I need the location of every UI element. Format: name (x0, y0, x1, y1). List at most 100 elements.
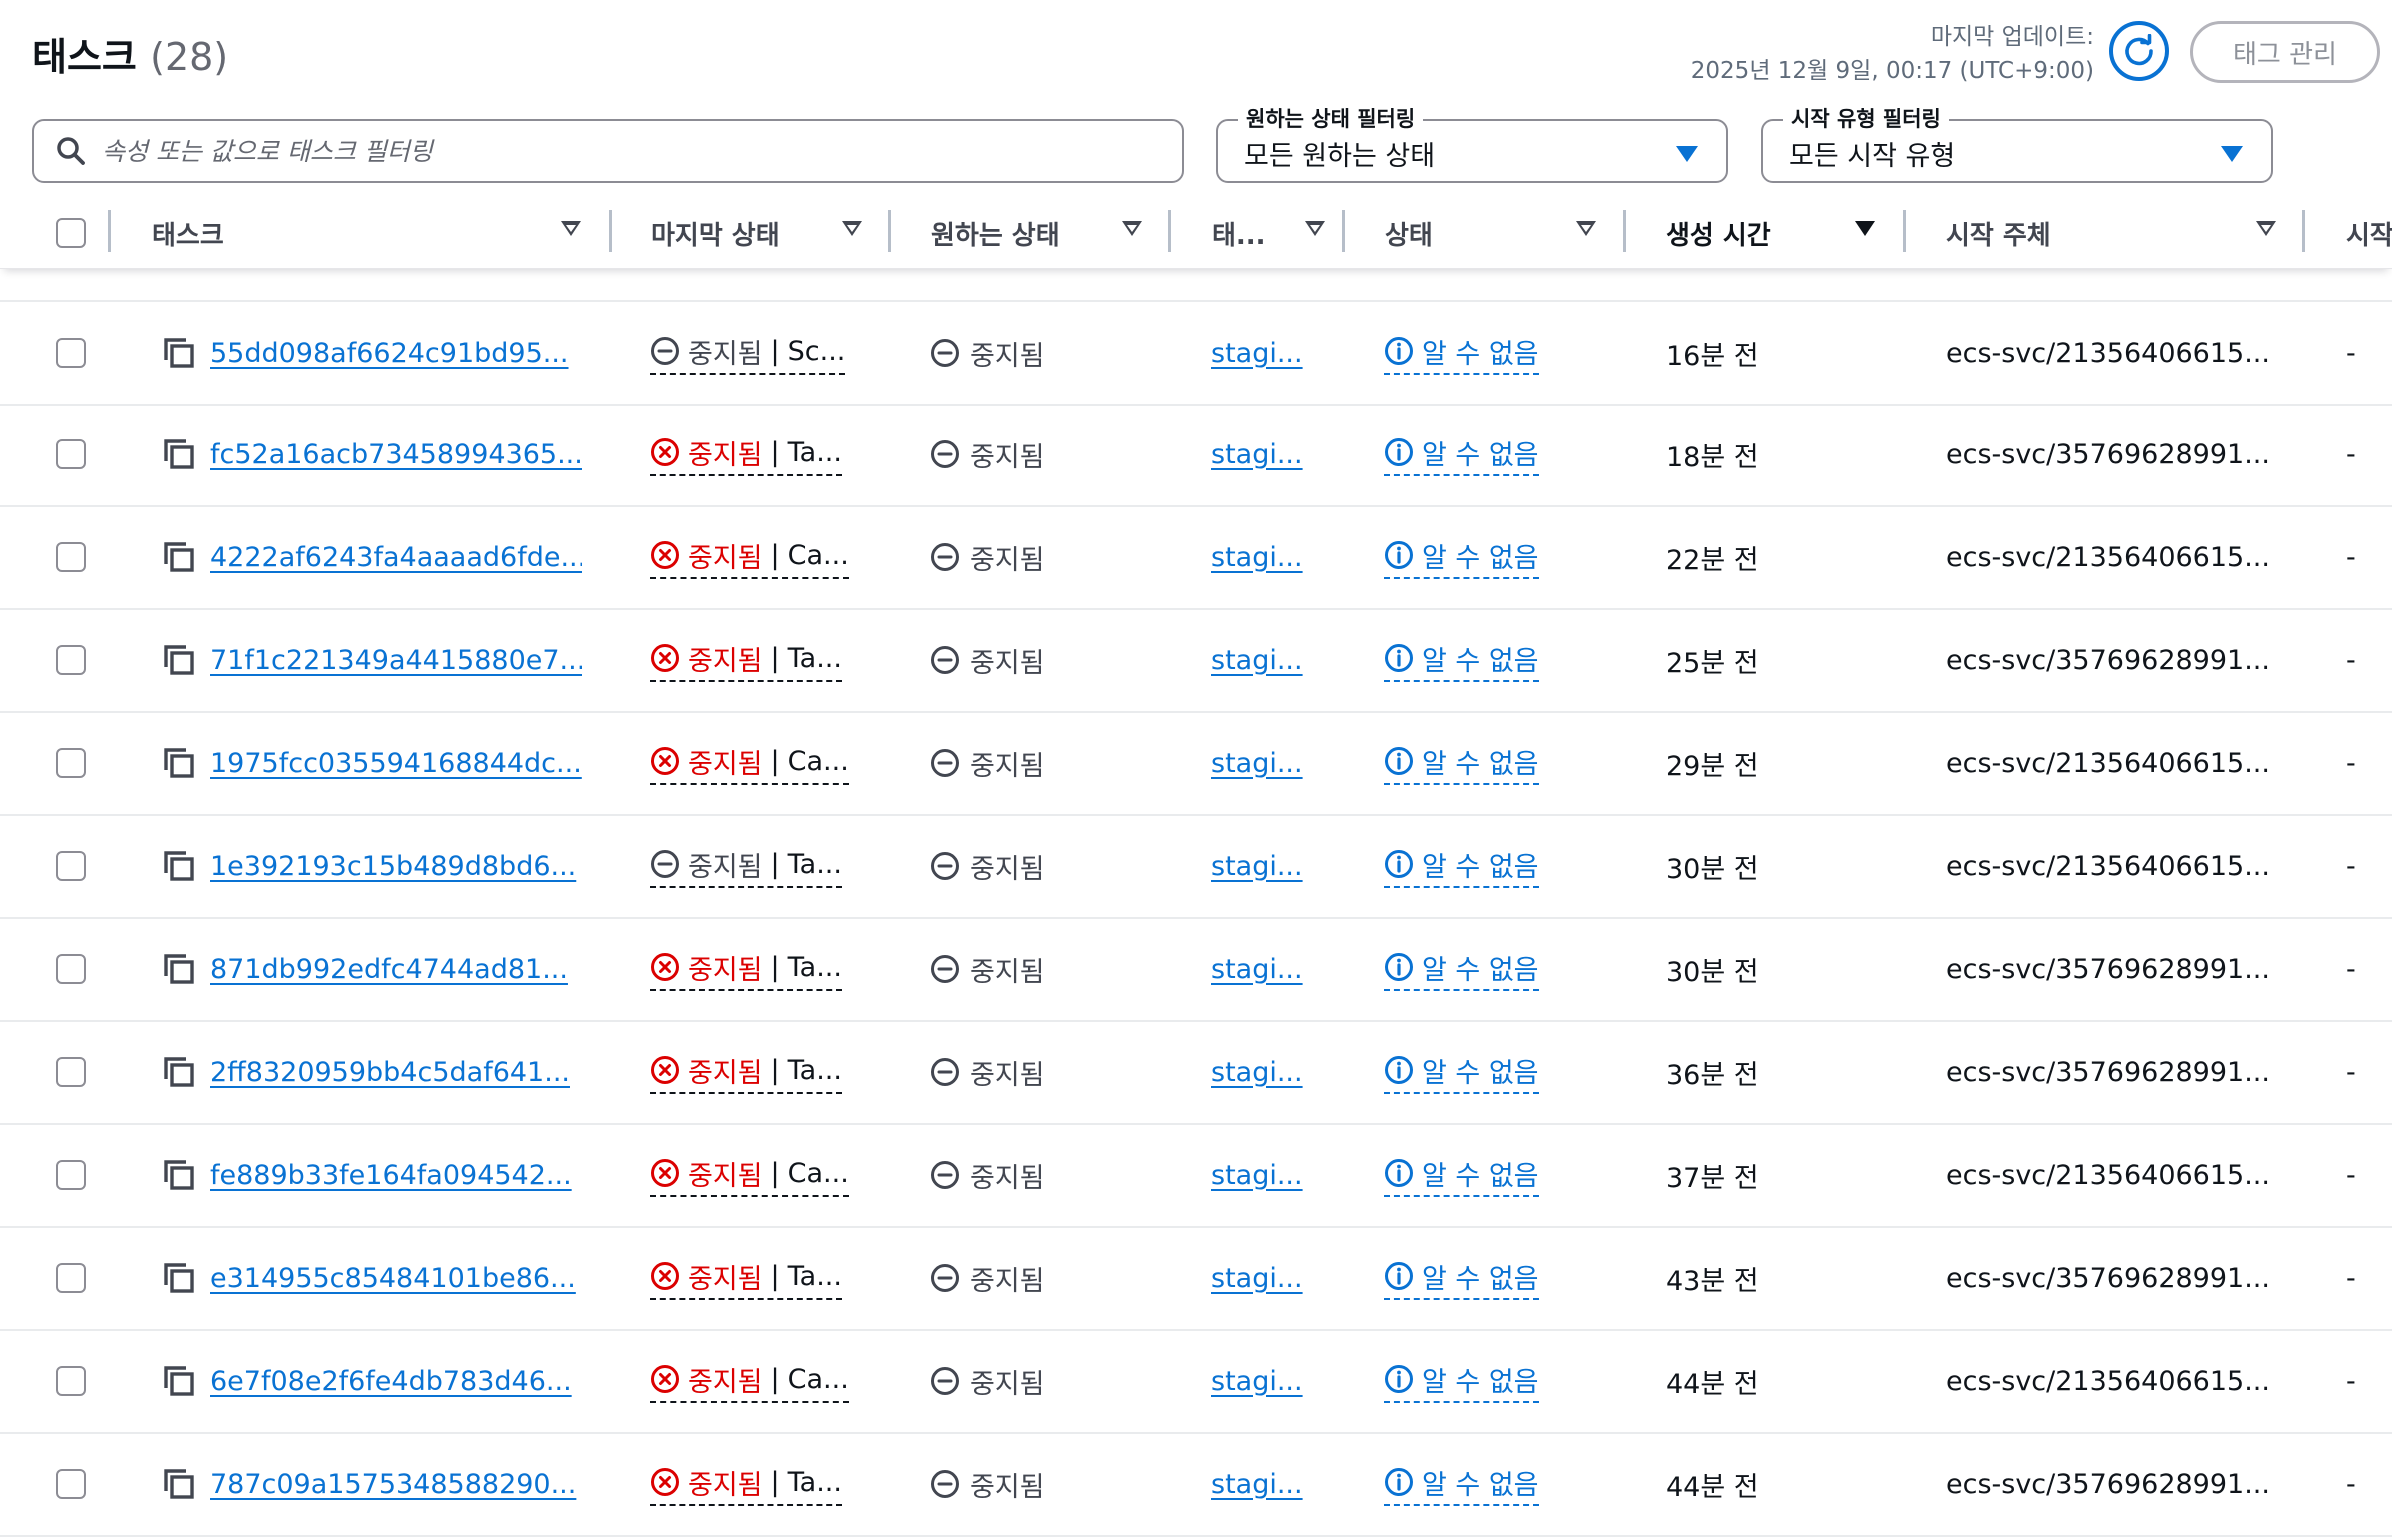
task-id-link[interactable]: 2ff8320959bb4c5daf641... (210, 1057, 570, 1088)
copy-icon[interactable] (162, 1261, 196, 1295)
desired-status-filter[interactable]: 원하는 상태 필터링 모든 원하는 상태 (1216, 103, 1728, 183)
health-status-popover-trigger[interactable]: 알 수 없음 (1384, 1051, 1539, 1094)
select-all-checkbox[interactable] (56, 218, 86, 248)
table-row[interactable]: 55dd098af6624c91bd95... 중지됨 | Sc... 중지됨 … (0, 300, 2392, 406)
column-divider[interactable] (1903, 210, 1906, 252)
last-status-popover-trigger[interactable]: 중지됨 | Ca... (650, 742, 849, 785)
table-row[interactable]: fe889b33fe164fa094542... 중지됨 | Ca... 중지됨… (0, 1124, 2392, 1228)
health-status-popover-trigger[interactable]: 알 수 없음 (1384, 1154, 1539, 1197)
task-definition-link[interactable]: stagi... (1211, 1263, 1303, 1294)
copy-icon[interactable] (162, 437, 196, 471)
row-checkbox[interactable] (56, 1263, 86, 1293)
column-divider[interactable] (609, 210, 612, 252)
table-row[interactable]: 71f1c221349a4415880e7... 중지됨 | Ta... 중지됨… (0, 609, 2392, 713)
copy-icon[interactable] (162, 336, 196, 370)
table-row[interactable]: 1e392193c15b489d8bd6... 중지됨 | Ta... 중지됨 … (0, 815, 2392, 919)
column-divider[interactable] (1168, 210, 1171, 252)
row-checkbox[interactable] (56, 542, 86, 572)
last-status-popover-trigger[interactable]: 중지됨 | Ca... (650, 1360, 849, 1403)
last-status-popover-trigger[interactable]: 중지됨 | Ta... (650, 1257, 842, 1300)
task-id-link[interactable]: 6e7f08e2f6fe4db783d46... (210, 1366, 572, 1397)
copy-icon[interactable] (162, 540, 196, 574)
row-checkbox[interactable] (56, 338, 86, 368)
refresh-button[interactable] (2109, 21, 2169, 81)
health-status-popover-trigger[interactable]: 알 수 없음 (1384, 433, 1539, 476)
column-divider[interactable] (2302, 210, 2305, 252)
table-row[interactable]: 1975fcc035594168844dc... 중지됨 | Ca... 중지됨… (0, 712, 2392, 816)
table-row[interactable]: 2ff8320959bb4c5daf641... 중지됨 | Ta... 중지됨… (0, 1021, 2392, 1125)
column-header-task-definition[interactable]: 태... (1212, 198, 1325, 268)
task-filter-search[interactable] (32, 119, 1184, 183)
table-row[interactable]: 4222af6243fa4aaaad6fde... 중지됨 | Ca... 중지… (0, 506, 2392, 610)
column-header-launch-type[interactable]: 시작 (2346, 198, 2392, 268)
health-status-popover-trigger[interactable]: 알 수 없음 (1384, 332, 1539, 375)
column-divider[interactable] (1342, 210, 1345, 252)
task-definition-link[interactable]: stagi... (1211, 1366, 1303, 1397)
task-id-link[interactable]: 71f1c221349a4415880e7... (210, 645, 582, 676)
task-id-link[interactable]: fe889b33fe164fa094542... (210, 1160, 572, 1191)
last-status-popover-trigger[interactable]: 중지됨 | Ta... (650, 1463, 842, 1506)
row-checkbox[interactable] (56, 1160, 86, 1190)
health-status-popover-trigger[interactable]: 알 수 없음 (1384, 639, 1539, 682)
copy-icon[interactable] (162, 746, 196, 780)
health-status-popover-trigger[interactable]: 알 수 없음 (1384, 536, 1539, 579)
health-status-popover-trigger[interactable]: 알 수 없음 (1384, 1360, 1539, 1403)
row-checkbox[interactable] (56, 748, 86, 778)
launch-type-filter[interactable]: 시작 유형 필터링 모든 시작 유형 (1761, 103, 2273, 183)
task-definition-link[interactable]: stagi... (1211, 954, 1303, 985)
task-definition-link[interactable]: stagi... (1211, 542, 1303, 573)
task-id-link[interactable]: e314955c85484101be86... (210, 1263, 576, 1294)
table-row[interactable]: e314955c85484101be86... 중지됨 | Ta... 중지됨 … (0, 1227, 2392, 1331)
row-checkbox[interactable] (56, 645, 86, 675)
last-status-popover-trigger[interactable]: 중지됨 | Ta... (650, 433, 842, 476)
column-header-created-at[interactable]: 생성 시간 (1666, 198, 1896, 268)
row-checkbox[interactable] (56, 1366, 86, 1396)
task-definition-link[interactable]: stagi... (1211, 1469, 1303, 1500)
column-divider[interactable] (888, 210, 891, 252)
health-status-popover-trigger[interactable]: 알 수 없음 (1384, 948, 1539, 991)
task-id-link[interactable]: 1975fcc035594168844dc... (210, 748, 582, 779)
last-status-popover-trigger[interactable]: 중지됨 | Ta... (650, 1051, 842, 1094)
column-header-task[interactable]: 태스크 (152, 198, 602, 268)
task-definition-link[interactable]: stagi... (1211, 851, 1303, 882)
row-checkbox[interactable] (56, 851, 86, 881)
manage-tags-button[interactable]: 태그 관리 (2190, 21, 2380, 83)
column-header-health[interactable]: 상태 (1385, 198, 1615, 268)
row-checkbox[interactable] (56, 1057, 86, 1087)
row-checkbox[interactable] (56, 439, 86, 469)
column-divider[interactable] (108, 210, 111, 252)
task-id-link[interactable]: 4222af6243fa4aaaad6fde... (210, 542, 582, 573)
health-status-popover-trigger[interactable]: 알 수 없음 (1384, 845, 1539, 888)
last-status-popover-trigger[interactable]: 중지됨 | Ta... (650, 845, 842, 888)
last-status-popover-trigger[interactable]: 중지됨 | Ta... (650, 948, 842, 991)
task-definition-link[interactable]: stagi... (1211, 439, 1303, 470)
copy-icon[interactable] (162, 1158, 196, 1192)
task-definition-link[interactable]: stagi... (1211, 748, 1303, 779)
health-status-popover-trigger[interactable]: 알 수 없음 (1384, 1257, 1539, 1300)
column-divider[interactable] (1623, 210, 1626, 252)
table-row[interactable]: 6e7f08e2f6fe4db783d46... 중지됨 | Ca... 중지됨… (0, 1330, 2392, 1434)
row-checkbox[interactable] (56, 1469, 86, 1499)
search-input[interactable] (100, 135, 1154, 167)
table-row[interactable]: fc52a16acb73458994365... 중지됨 | Ta... 중지됨… (0, 403, 2392, 507)
copy-icon[interactable] (162, 1467, 196, 1501)
copy-icon[interactable] (162, 952, 196, 986)
task-definition-link[interactable]: stagi... (1211, 1057, 1303, 1088)
last-status-popover-trigger[interactable]: 중지됨 | Sc... (650, 332, 846, 375)
task-id-link[interactable]: 1e392193c15b489d8bd6... (210, 851, 576, 882)
copy-icon[interactable] (162, 643, 196, 677)
column-header-last-status[interactable]: 마지막 상태 (651, 198, 881, 268)
copy-icon[interactable] (162, 1364, 196, 1398)
task-id-link[interactable]: 55dd098af6624c91bd95... (210, 338, 569, 369)
health-status-popover-trigger[interactable]: 알 수 없음 (1384, 742, 1539, 785)
table-row[interactable]: 871db992edfc4744ad81... 중지됨 | Ta... 중지됨 … (0, 918, 2392, 1022)
last-status-popover-trigger[interactable]: 중지됨 | Ta... (650, 639, 842, 682)
copy-icon[interactable] (162, 849, 196, 883)
task-id-link[interactable]: 871db992edfc4744ad81... (210, 954, 568, 985)
column-header-started-by[interactable]: 시작 주체 (1946, 198, 2286, 268)
copy-icon[interactable] (162, 1055, 196, 1089)
column-header-desired-status[interactable]: 원하는 상태 (931, 198, 1161, 268)
last-status-popover-trigger[interactable]: 중지됨 | Ca... (650, 536, 849, 579)
task-id-link[interactable]: fc52a16acb73458994365... (210, 439, 582, 470)
health-status-popover-trigger[interactable]: 알 수 없음 (1384, 1463, 1539, 1506)
